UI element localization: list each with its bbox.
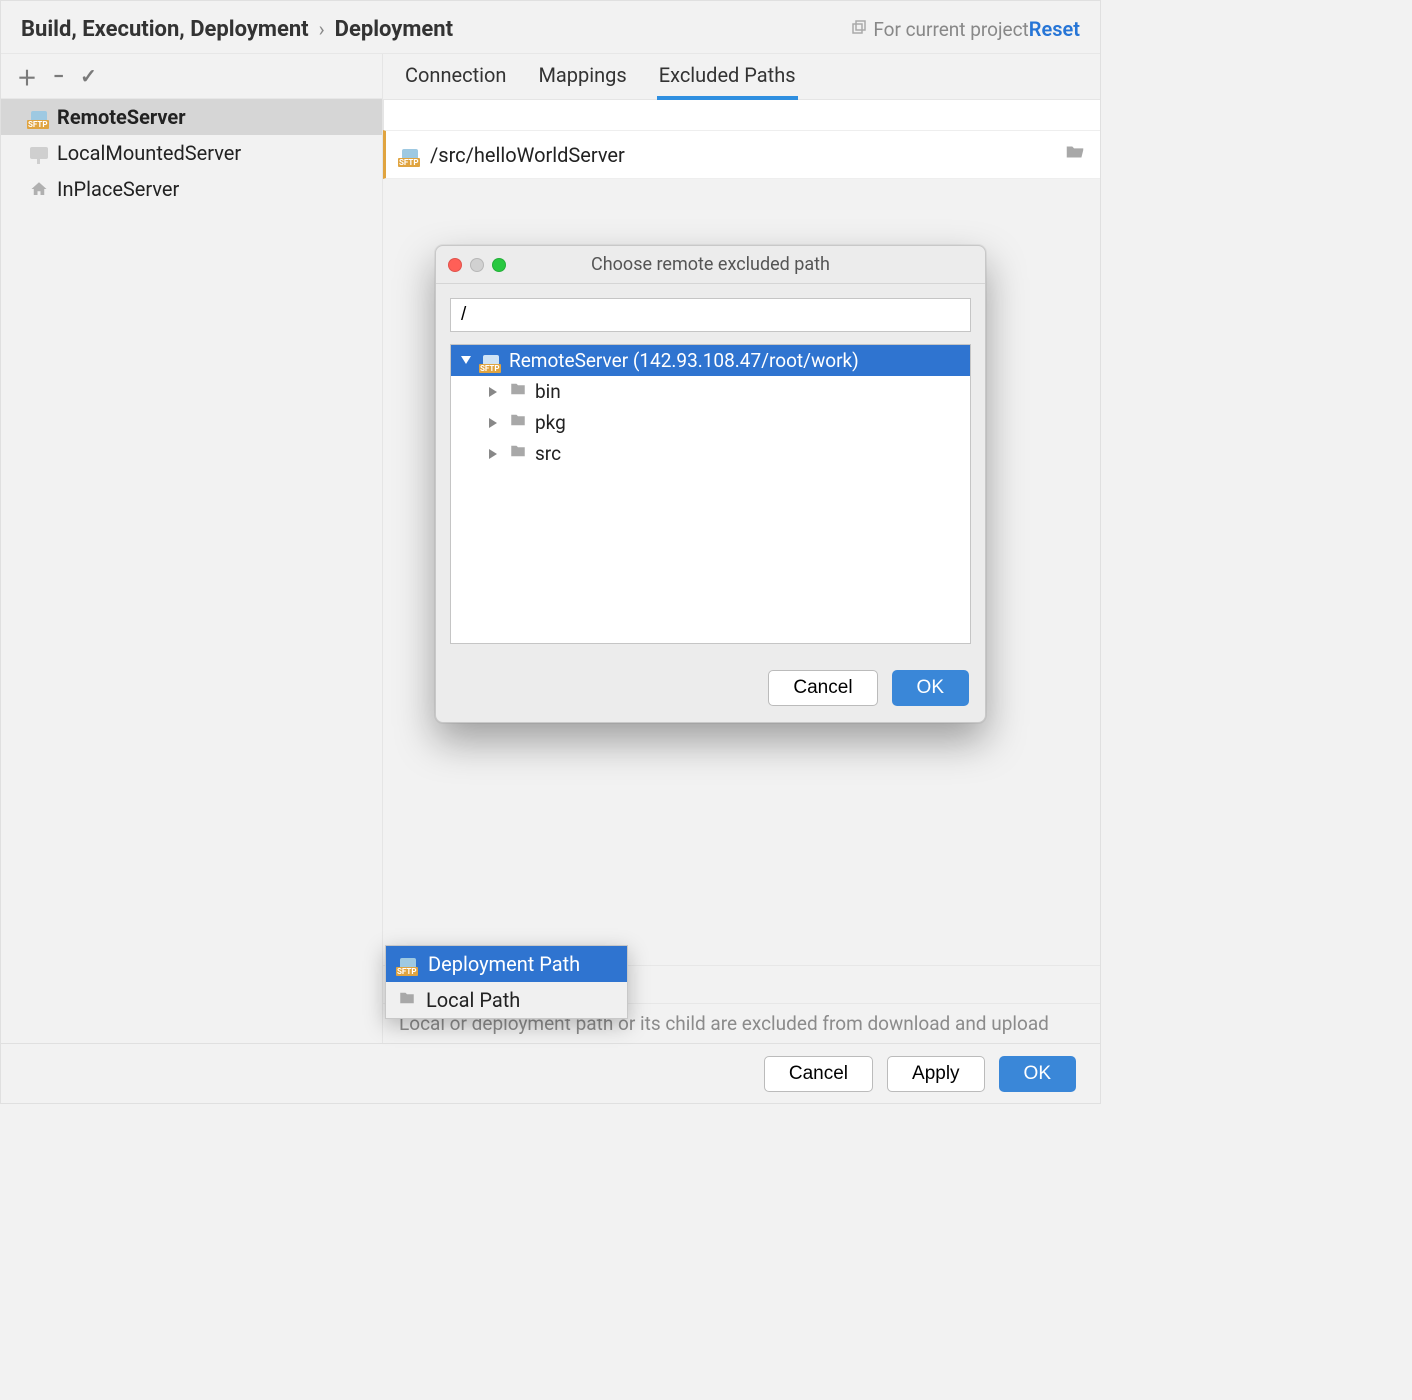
header: Build, Execution, Deployment › Deploymen… xyxy=(1,1,1100,53)
server-item-label: InPlaceServer xyxy=(57,177,179,201)
server-list: SFTP RemoteServer LocalMountedServer InP… xyxy=(1,98,382,1043)
empty-row xyxy=(383,100,1100,130)
sftp-icon: SFTP xyxy=(29,107,49,127)
breadcrumb-current: Deployment xyxy=(335,17,453,42)
sftp-icon: SFTP xyxy=(398,954,418,974)
tree-item-label: src xyxy=(535,442,561,465)
tab-connection[interactable]: Connection xyxy=(403,53,508,99)
folder-icon xyxy=(509,442,527,465)
tree-item-label: pkg xyxy=(535,411,566,434)
folder-icon xyxy=(398,988,416,1012)
tree-root-label: RemoteServer (142.93.108.47/root/work) xyxy=(509,349,859,372)
tree-item-label: bin xyxy=(535,380,561,403)
breadcrumb: Build, Execution, Deployment › Deploymen… xyxy=(21,17,811,42)
current-project-label: For current project xyxy=(873,18,1028,41)
remote-tree[interactable]: SFTP RemoteServer (142.93.108.47/root/wo… xyxy=(450,344,971,644)
server-item-remote[interactable]: SFTP RemoteServer xyxy=(1,99,382,135)
sftp-icon: SFTP xyxy=(481,351,501,371)
path-input[interactable] xyxy=(450,298,971,332)
dialog-title: Choose remote excluded path xyxy=(436,254,985,275)
add-server-button[interactable]: ＋ xyxy=(17,62,37,91)
server-toolbar: ＋ − ✓ xyxy=(1,54,382,98)
cancel-button[interactable]: Cancel xyxy=(764,1056,873,1092)
folder-icon xyxy=(509,380,527,403)
folder-icon xyxy=(509,411,527,434)
expand-icon[interactable] xyxy=(487,449,501,459)
sftp-icon: SFTP xyxy=(400,145,420,165)
tree-root[interactable]: SFTP RemoteServer (142.93.108.47/root/wo… xyxy=(451,345,970,376)
chevron-right-icon: › xyxy=(319,17,325,41)
confirm-button[interactable]: ✓ xyxy=(80,64,97,88)
mounted-icon xyxy=(29,143,49,163)
tree-item-pkg[interactable]: pkg xyxy=(451,407,970,438)
dialog-ok-button[interactable]: OK xyxy=(892,670,969,706)
server-item-label: LocalMountedServer xyxy=(57,141,241,165)
apply-button[interactable]: Apply xyxy=(887,1056,985,1092)
tab-excluded-paths[interactable]: Excluded Paths xyxy=(657,53,798,99)
menu-item-label: Local Path xyxy=(426,988,520,1012)
tab-mappings[interactable]: Mappings xyxy=(536,53,628,99)
browse-folder-button[interactable] xyxy=(1064,141,1086,168)
server-list-panel: ＋ − ✓ SFTP RemoteServer LocalMountedServ… xyxy=(1,54,382,1043)
project-icon xyxy=(851,18,867,41)
add-path-popup-menu: SFTP Deployment Path Local Path xyxy=(385,945,628,1019)
expand-icon[interactable] xyxy=(487,418,501,428)
breadcrumb-parent[interactable]: Build, Execution, Deployment xyxy=(21,17,309,42)
dialog-cancel-button[interactable]: Cancel xyxy=(768,670,877,706)
dialog-titlebar[interactable]: Choose remote excluded path xyxy=(436,246,985,284)
excluded-path-label: /src/helloWorldServer xyxy=(430,143,625,167)
excluded-path-row[interactable]: SFTP /src/helloWorldServer xyxy=(383,130,1100,179)
tabs: Connection Mappings Excluded Paths xyxy=(383,54,1100,100)
menu-item-label: Deployment Path xyxy=(428,952,580,976)
dialog-footer: Cancel OK xyxy=(436,658,985,722)
choose-remote-path-dialog: Choose remote excluded path SFTP RemoteS… xyxy=(435,245,986,723)
menu-item-local-path[interactable]: Local Path xyxy=(386,982,627,1018)
server-item-label: RemoteServer xyxy=(57,105,186,129)
home-icon xyxy=(29,179,49,199)
menu-item-deployment-path[interactable]: SFTP Deployment Path xyxy=(386,946,627,982)
tree-item-bin[interactable]: bin xyxy=(451,376,970,407)
server-item-inplace[interactable]: InPlaceServer xyxy=(1,171,382,207)
remove-server-button[interactable]: − xyxy=(53,64,64,88)
server-item-localmounted[interactable]: LocalMountedServer xyxy=(1,135,382,171)
expand-icon[interactable] xyxy=(487,387,501,397)
collapse-icon[interactable] xyxy=(459,356,473,366)
dialog-body: SFTP RemoteServer (142.93.108.47/root/wo… xyxy=(436,284,985,658)
reset-button[interactable]: Reset xyxy=(1029,17,1080,41)
settings-dialog: Build, Execution, Deployment › Deploymen… xyxy=(0,0,1101,1104)
ok-button[interactable]: OK xyxy=(999,1056,1076,1092)
tree-item-src[interactable]: src xyxy=(451,438,970,469)
footer: Cancel Apply OK xyxy=(1,1043,1100,1103)
current-project-indicator: For current project xyxy=(851,18,1028,41)
